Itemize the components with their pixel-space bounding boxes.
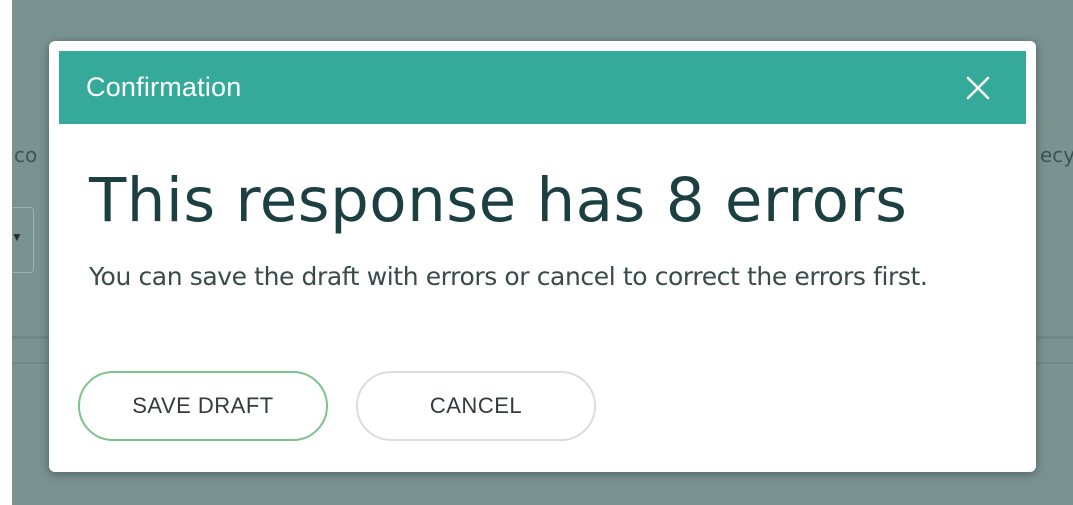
cancel-button[interactable]: CANCEL <box>356 371 596 441</box>
dialog-header: Confirmation <box>59 51 1026 124</box>
background-text-fragment-right: ecy <box>1040 143 1073 167</box>
background-text-fragment-left: co <box>14 143 38 167</box>
dialog-title: Confirmation <box>86 72 242 102</box>
error-heading: This response has 8 errors <box>89 165 908 236</box>
close-icon <box>966 76 990 100</box>
confirmation-dialog: Confirmation This response has 8 errors … <box>49 41 1036 472</box>
save-draft-button[interactable]: SAVE DRAFT <box>78 371 328 441</box>
caret-down-icon: ▼ <box>11 230 23 244</box>
dialog-message: You can save the draft with errors or ca… <box>89 262 928 291</box>
close-button[interactable] <box>964 74 992 102</box>
